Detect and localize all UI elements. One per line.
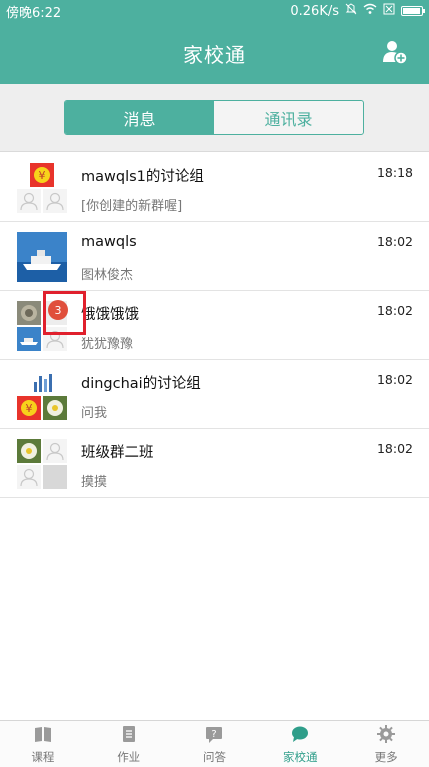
wifi-icon bbox=[363, 3, 377, 19]
app-header: 家校通 bbox=[0, 22, 429, 84]
red-envelope-icon: ¥ bbox=[30, 163, 54, 187]
conversation-name: mawqls1的讨论组 bbox=[81, 169, 204, 185]
photo-thumbnail bbox=[43, 465, 67, 489]
conversation-time: 18:18 bbox=[376, 165, 413, 180]
conversation-name: mawqls bbox=[81, 234, 137, 250]
tab-messages[interactable]: 消息 bbox=[65, 101, 214, 134]
list-item[interactable]: 班级群二班 摸摸 18:02 bbox=[0, 429, 429, 498]
group-avatar: ¥ bbox=[17, 163, 67, 213]
conversation-preview: 图林俊杰 bbox=[81, 268, 134, 283]
conversation-name: 班级群二班 bbox=[81, 445, 154, 461]
book-icon bbox=[33, 724, 53, 747]
status-time: 傍晚6:22 bbox=[6, 5, 62, 21]
group-avatar: ¥ bbox=[17, 370, 67, 420]
question-icon: ? bbox=[204, 724, 224, 747]
nav-more[interactable]: 更多 bbox=[343, 721, 429, 767]
default-avatar-icon bbox=[17, 189, 41, 213]
mute-icon bbox=[345, 3, 357, 19]
nav-label: 家校通 bbox=[283, 749, 318, 764]
chart-thumbnail bbox=[30, 370, 54, 394]
chat-icon bbox=[290, 724, 310, 747]
conversation-time: 18:02 bbox=[376, 303, 413, 318]
nav-qa[interactable]: ? 问答 bbox=[172, 721, 258, 767]
conversation-time: 18:02 bbox=[376, 234, 413, 249]
add-user-icon[interactable] bbox=[381, 38, 409, 66]
conversation-time: 18:02 bbox=[376, 372, 413, 387]
svg-text:¥: ¥ bbox=[39, 169, 46, 182]
photo-thumbnail bbox=[43, 396, 67, 420]
photo-thumbnail bbox=[17, 327, 41, 351]
list-item[interactable]: ¥ dingchai的讨论组 问我 18:02 bbox=[0, 360, 429, 429]
segment-area: 消息 通讯录 bbox=[0, 84, 429, 152]
photo-thumbnail bbox=[17, 439, 41, 463]
list-item[interactable]: ¥ mawqls1的讨论组 [你创建的新群喔] 18:18 bbox=[0, 153, 429, 222]
default-avatar-icon bbox=[43, 189, 67, 213]
photo-thumbnail bbox=[17, 301, 41, 325]
default-avatar-icon bbox=[17, 465, 41, 489]
svg-text:?: ? bbox=[212, 729, 217, 740]
nav-home-school[interactable]: 家校通 bbox=[257, 721, 343, 767]
tab-contacts[interactable]: 通讯录 bbox=[214, 101, 363, 134]
battery-icon bbox=[401, 6, 425, 16]
highlight-box bbox=[43, 291, 86, 335]
default-avatar-icon bbox=[43, 439, 67, 463]
nav-courses[interactable]: 课程 bbox=[0, 721, 86, 767]
avatar bbox=[17, 232, 67, 282]
list-item[interactable]: mawqls 图林俊杰 18:02 bbox=[0, 222, 429, 291]
conversation-name: 饿饿饿饿 bbox=[81, 307, 139, 323]
red-envelope-icon: ¥ bbox=[17, 396, 41, 420]
conversation-name: dingchai的讨论组 bbox=[81, 376, 201, 392]
nav-label: 课程 bbox=[31, 749, 55, 764]
nav-label: 更多 bbox=[374, 749, 398, 764]
document-icon bbox=[119, 724, 139, 747]
conversation-preview: 犹犹豫豫 bbox=[81, 337, 134, 352]
nav-label: 问答 bbox=[202, 749, 226, 764]
sim-icon bbox=[383, 3, 395, 19]
group-avatar bbox=[17, 439, 67, 489]
status-bar: 傍晚6:22 0.26K/s bbox=[0, 0, 429, 22]
conversation-time: 18:02 bbox=[376, 441, 413, 456]
gear-icon bbox=[376, 724, 396, 747]
nav-label: 作业 bbox=[117, 749, 141, 764]
network-speed: 0.26K/s bbox=[290, 3, 339, 19]
bottom-nav: 课程 作业 ? 问答 家校通 更多 bbox=[0, 720, 429, 767]
svg-text:¥: ¥ bbox=[26, 402, 33, 415]
segmented-control: 消息 通讯录 bbox=[64, 100, 364, 135]
conversation-preview: [你创建的新群喔] bbox=[81, 199, 183, 214]
page-title: 家校通 bbox=[183, 42, 246, 67]
conversation-preview: 问我 bbox=[81, 406, 108, 421]
conversation-preview: 摸摸 bbox=[81, 475, 108, 490]
nav-homework[interactable]: 作业 bbox=[86, 721, 172, 767]
